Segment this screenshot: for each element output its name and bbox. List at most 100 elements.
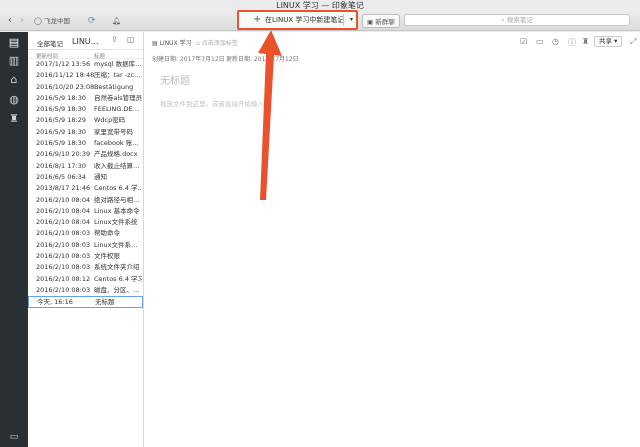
list-item[interactable]: 2016/5/9 18:30 自然卷als管理员 — [28, 93, 143, 104]
share-button[interactable]: 共享 ▾ — [594, 36, 623, 47]
note-body[interactable]: 拖放文件到这里，或者直接开始输入 — [160, 98, 264, 108]
list-item[interactable]: 2016/2/10 08:04 Linux文件系统 — [28, 217, 143, 228]
plus-icon: + — [253, 14, 262, 25]
tags-icon[interactable]: ⌂ — [6, 73, 22, 87]
expand-icon[interactable]: ⤢ — [630, 37, 636, 47]
scope-selector[interactable]: 全部笔记 — [37, 38, 63, 48]
column-header: 更新时间 标题 — [28, 50, 143, 60]
note-title: 无标题 — [95, 298, 115, 307]
bell-icon[interactable]: 🔔︎ — [112, 14, 121, 28]
tag-placeholder: 点击添加标签 — [201, 40, 238, 47]
note-date: 2016/2/10 08:03 — [36, 263, 91, 272]
note-date: 2016/2/10 08:03 — [36, 229, 91, 238]
account-icon[interactable]: ◯ — [34, 14, 42, 28]
view-toggle-icon[interactable]: ◫ — [127, 35, 135, 44]
note-date: 2016/8/1 17:30 — [36, 161, 86, 170]
list-item[interactable]: 2016/6/5 06:34 通知 — [28, 172, 143, 183]
notes-icon[interactable]: ▤ — [6, 36, 22, 50]
tag-input[interactable]: ⌂ 点击添加标签 — [196, 38, 238, 47]
list-item[interactable]: 2016/5/9 18:30 家里宽带号码 — [28, 127, 143, 138]
new-note-button[interactable]: + 在LINUX 学习中新建笔记 ▾ — [237, 10, 358, 30]
note-date: 2016/2/10 08:12 — [36, 274, 91, 283]
back-icon[interactable]: ‹ — [8, 14, 12, 28]
divider — [343, 14, 344, 26]
note-date: 2016/2/10 08:04 — [36, 206, 91, 215]
created-date: 创建日期: 2017年7月12日 — [152, 56, 225, 63]
note-title: Linux文件系统 — [94, 218, 138, 227]
note-title: facebook 账… — [94, 139, 139, 148]
notebook-selector[interactable]: LINU… — [72, 37, 99, 46]
note-title: 产品规格.docx — [94, 150, 138, 159]
list-item[interactable]: 2016/2/10 08:03 文件权限 — [28, 251, 143, 262]
sidebar: ▤ ▥ ⌂ ◍ ♜ ▭ — [0, 32, 28, 447]
list-item[interactable]: 2016/5/9 18:30 facebook 账… — [28, 138, 143, 149]
note-title: 帮助命令 — [94, 229, 120, 238]
new-note-label: 在LINUX 学习中新建笔记 — [265, 16, 345, 24]
list-header: 全部笔记 LINU… ⇪ ◫ — [28, 32, 143, 50]
note-editor: ▤ LINUX 学习 ⌂ 点击添加标签 创建日期: 2017年7月12日 更新日… — [144, 32, 640, 447]
list-item[interactable]: 2016/2/10 08:04 绝对路径与相… — [28, 195, 143, 206]
note-date: 2016/2/10 08:04 — [36, 195, 91, 204]
note-date: 2017/1/12 13:56 — [36, 60, 91, 68]
note-date: 2016/11/12 18:48 — [36, 71, 95, 80]
list-item[interactable]: 2016/2/10 08:03 帮助命令 — [28, 228, 143, 239]
list-item[interactable]: 2016/2/10 08:03 Linux文件系… — [28, 240, 143, 251]
note-title: Bestätigung — [94, 82, 134, 91]
share-label: 共享 — [599, 37, 612, 45]
note-title: 自然卷als管理员 — [94, 93, 142, 102]
info-icon[interactable]: ⓘ — [568, 37, 576, 48]
note-date: 2016/9/10 20:39 — [36, 150, 91, 159]
note-date: 2013/8/17 21:46 — [36, 184, 91, 193]
present-icon[interactable]: ▭ — [536, 37, 544, 46]
list-item[interactable]: 2016/10/20 23:08 Bestätigung — [28, 82, 143, 93]
note-date: 2016/5/9 18:29 — [36, 116, 86, 125]
list-item[interactable]: 2016/8/1 17:30 收入截止结算… — [28, 161, 143, 172]
search-placeholder: 搜索笔记 — [506, 16, 533, 24]
note-date: 2016/5/9 18:30 — [36, 93, 86, 102]
note-title-input[interactable]: 无标题 — [160, 72, 190, 87]
note-notebook: LINUX 学习 — [159, 40, 192, 47]
note-date: 2016/2/10 08:04 — [36, 218, 91, 227]
note-title: Centos 6.4 学习 — [94, 274, 142, 283]
note-date: 2016/2/10 08:03 — [36, 285, 91, 294]
sync-icon[interactable]: ⟳ — [88, 14, 96, 28]
note-title: Wdcp密码 — [94, 116, 126, 125]
account-name[interactable]: 飞龙中国 — [44, 14, 70, 28]
notebooks-icon[interactable]: ▥ — [6, 54, 22, 68]
list-item[interactable]: 2013/8/17 21:46 Centos 6.4 学… — [28, 183, 143, 194]
chevron-down-icon[interactable]: ▾ — [350, 12, 353, 28]
note-rows: 2017/1/12 13:56 mysql 数据库… 2016/11/12 18:4… — [28, 59, 143, 308]
list-item[interactable]: 今天, 16:16 无标题 — [28, 296, 143, 308]
reminder-icon[interactable]: ☑ — [520, 37, 527, 46]
share-notebook-icon[interactable]: ⇪ — [111, 35, 118, 44]
list-item[interactable]: 2016/5/9 18:30 FEELING.DE… — [28, 104, 143, 115]
note-title: 磁盘、分区、… — [94, 285, 140, 294]
clock-icon[interactable]: ◷ — [552, 37, 559, 46]
list-item[interactable]: 2016/2/10 08:04 Linux 基本命令 — [28, 206, 143, 217]
trash-icon[interactable]: ♜ — [582, 37, 589, 46]
list-item[interactable]: 2016/2/10 08:12 Centos 6.4 学习 — [28, 274, 143, 285]
note-list: 全部笔记 LINU… ⇪ ◫ 更新时间 标题 2017/1/12 13:56 my… — [28, 32, 144, 447]
note-date: 今天, 16:16 — [37, 298, 73, 307]
note-title: Linux文件系… — [94, 240, 138, 249]
trash-icon[interactable]: ♜ — [6, 112, 22, 126]
globe-icon[interactable]: ◍ — [6, 93, 22, 107]
note-title: 文件权限 — [94, 252, 120, 261]
notebook-icon[interactable]: ▤ LINUX 学习 — [152, 38, 192, 47]
list-item[interactable]: 2016/9/10 20:39 产品规格.docx — [28, 149, 143, 160]
note-title: Centos 6.4 学… — [94, 184, 142, 193]
list-item[interactable]: 2017/1/12 13:56 mysql 数据库… — [28, 59, 143, 70]
note-title: FEELING.DE… — [94, 105, 140, 114]
note-title: 系统文件夹介绍 — [94, 263, 140, 272]
list-item[interactable]: 2016/2/10 08:03 系统文件夹介绍 — [28, 262, 143, 273]
note-title: 绝对路径与相… — [94, 195, 140, 204]
list-item[interactable]: 2016/5/9 18:29 Wdcp密码 — [28, 115, 143, 126]
note-date: 2016/2/10 08:03 — [36, 252, 91, 261]
search-input[interactable]: ⌕ 搜索笔记 — [404, 14, 630, 26]
new-chat-button[interactable]: ▣ 新群聊 — [362, 14, 400, 28]
forward-icon[interactable]: › — [20, 14, 24, 28]
list-item[interactable]: 2016/2/10 08:03 磁盘、分区、… — [28, 285, 143, 296]
chat-panel-icon[interactable]: ▭ — [6, 430, 22, 444]
list-item[interactable]: 2016/11/12 18:48 压缩：tar -zc… — [28, 70, 143, 81]
note-date: 2016/5/9 18:30 — [36, 127, 86, 136]
